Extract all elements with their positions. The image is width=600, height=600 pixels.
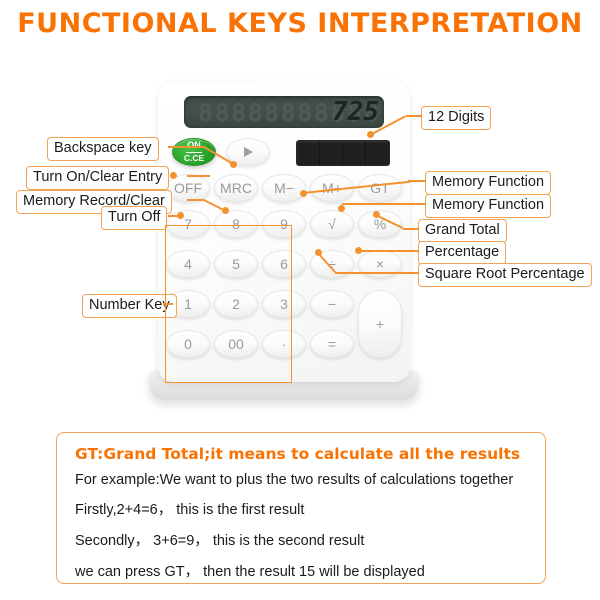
key-on-clear-entry[interactable]: ON C.CE <box>172 138 216 166</box>
callout-grand-total: Grand Total <box>418 219 507 243</box>
leader-dot-backspace <box>230 161 237 168</box>
lcd-display: 88888888888 725 <box>184 96 384 128</box>
leader-gt-h <box>403 228 419 230</box>
callout-percentage: Percentage <box>418 241 507 265</box>
key-mrc[interactable]: MRC <box>214 174 258 202</box>
leader-mem2-h <box>342 203 426 205</box>
key-gt[interactable]: GT <box>358 174 402 202</box>
leader-digits-h <box>406 115 422 117</box>
gt-explanation-box: GT:Grand Total;it means to calculate all… <box>56 432 546 584</box>
leader-dot-percent <box>355 247 362 254</box>
solar-panel-icon <box>296 140 390 166</box>
leader-dot-mem1 <box>300 190 307 197</box>
page-title: FUNCTIONAL KEYS INTERPRETATION <box>17 8 583 39</box>
square-root-icon: √ <box>328 216 336 232</box>
key-ce-label: C.CE <box>183 152 205 163</box>
leader-dot-sqrt <box>315 249 322 256</box>
leader-backspace-h <box>168 146 204 148</box>
key-square-root[interactable]: √ <box>310 210 354 238</box>
minus-icon: − <box>327 296 337 312</box>
leader-dot-mem2 <box>338 205 345 212</box>
leader-dot-off <box>177 212 184 219</box>
callout-turn-on-clear-entry: Turn On/Clear Entry <box>26 166 170 190</box>
gt-explanation-line-1: For example:We want to plus the two resu… <box>75 472 514 488</box>
key-equals[interactable]: = <box>310 330 354 358</box>
equals-icon: = <box>327 336 337 352</box>
key-m-minus-label: M− <box>274 180 294 196</box>
callout-number-key: Number Key <box>82 294 177 318</box>
leader-dot-mrc <box>222 207 229 214</box>
leader-percent-h <box>359 250 419 252</box>
leader-dot-gt <box>373 211 380 218</box>
callout-memory-function-1: Memory Function <box>425 171 552 195</box>
key-minus[interactable]: − <box>310 290 354 318</box>
leader-mem1-h <box>408 180 426 182</box>
leader-on-h <box>187 175 210 177</box>
callout-square-root-percentage: Square Root Percentage <box>418 263 592 287</box>
callout-memory-function-2: Memory Function <box>425 194 552 218</box>
key-m-minus[interactable]: M− <box>262 174 306 202</box>
key-multiply[interactable]: × <box>358 250 402 278</box>
plus-icon: + <box>375 316 385 332</box>
leader-sqrt-h <box>335 272 419 274</box>
callout-turn-off: Turn Off <box>101 206 168 230</box>
key-mrc-label: MRC <box>220 180 252 196</box>
callout-12-digits: 12 Digits <box>421 106 492 130</box>
multiply-icon: × <box>375 256 385 272</box>
leader-dot-on <box>170 172 177 179</box>
number-keys-bracket <box>165 225 292 383</box>
leader-dot-digits <box>367 131 374 138</box>
key-off-label: OFF <box>174 180 202 196</box>
backspace-arrow-icon <box>243 147 253 157</box>
lcd-value: 725 <box>332 97 379 127</box>
key-plus[interactable]: + <box>358 290 402 358</box>
gt-explanation-line-2: Firstly,2+4=6， this is the first result <box>75 502 305 518</box>
leader-mrc-h <box>187 199 204 201</box>
gt-explanation-line-3: Secondly， 3+6=9， this is the second resu… <box>75 533 365 549</box>
gt-explanation-line-4: we can press GT， then the result 15 will… <box>75 564 425 580</box>
gt-explanation-title: GT:Grand Total;it means to calculate all… <box>75 445 521 463</box>
callout-backspace-key: Backspace key <box>47 137 159 161</box>
